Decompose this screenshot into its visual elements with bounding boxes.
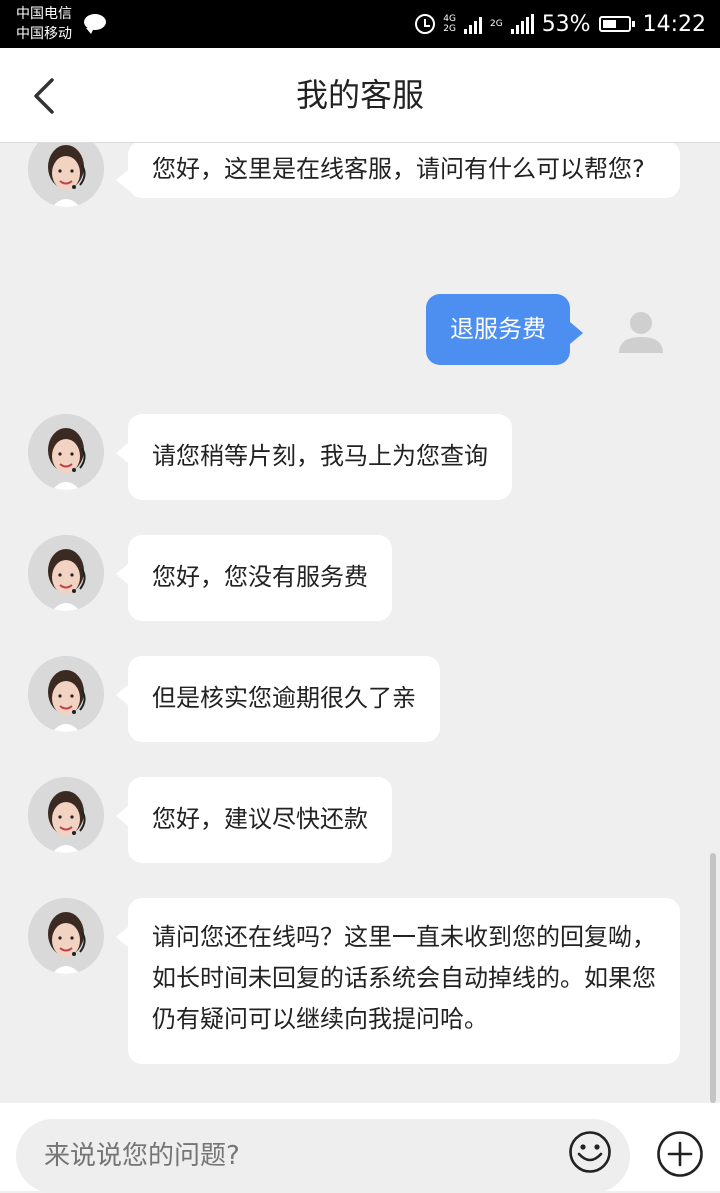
alarm-clock-icon (415, 14, 436, 34)
network-type: 4G 2G (443, 14, 456, 34)
signal-2-icon (510, 14, 534, 34)
user-message: 退服务费 (426, 294, 583, 365)
status-bar: 中国电信 中国移动 4G 2G 2G 53% 14:22 (0, 0, 720, 48)
agent-face-icon (28, 777, 104, 853)
smiley-icon[interactable] (568, 1130, 612, 1174)
agent-avatar (28, 414, 104, 490)
carrier-info: 中国电信 中国移动 (16, 4, 72, 44)
agent-avatar (28, 777, 104, 853)
agent-face-icon (28, 535, 104, 611)
agent-message: 您好，这里是在线客服，请问有什么可以帮您? (116, 143, 680, 198)
battery-percent: 53% (541, 11, 591, 37)
agent-message: 您好，建议尽快还款 (116, 777, 392, 863)
chat-list[interactable]: 您好，这里是在线客服，请问有什么可以帮您? 退服务费 请您稍等片刻，我马上为您查… (0, 143, 720, 1103)
signal-1-icon (463, 14, 482, 34)
battery-icon (598, 16, 635, 32)
agent-face-icon (28, 414, 104, 490)
agent-avatar (28, 535, 104, 611)
user-avatar-icon (619, 312, 663, 353)
message-input-container[interactable] (16, 1119, 630, 1193)
agent-face-icon (28, 143, 104, 207)
agent-face-icon (28, 656, 104, 732)
message-notification-icon (84, 14, 106, 34)
agent-message: 但是核实您逾期很久了亲 (116, 656, 440, 742)
carrier-1: 中国电信 (16, 6, 72, 22)
agent-message: 请问您还在线吗？这里一直未收到您的回复呦，如长时间未回复的话系统会自动掉线的。如… (116, 898, 680, 1064)
agent-message: 请您稍等片刻，我马上为您查询 (116, 414, 512, 500)
page-title: 我的客服 (295, 76, 424, 114)
plus-circle-icon[interactable] (656, 1130, 704, 1178)
chat-scrollbar[interactable] (710, 853, 716, 1103)
agent-face-icon (28, 898, 104, 974)
network-type-2: 2G (489, 19, 503, 29)
input-bar (0, 1103, 720, 1193)
agent-avatar (28, 143, 104, 207)
nav-header: 我的客服 (0, 48, 720, 143)
agent-avatar (28, 898, 104, 974)
clock: 14:22 (642, 11, 706, 37)
message-input[interactable] (44, 1119, 544, 1193)
agent-avatar (28, 656, 104, 732)
carrier-2: 中国移动 (16, 26, 72, 42)
agent-message: 您好，您没有服务费 (116, 535, 392, 621)
